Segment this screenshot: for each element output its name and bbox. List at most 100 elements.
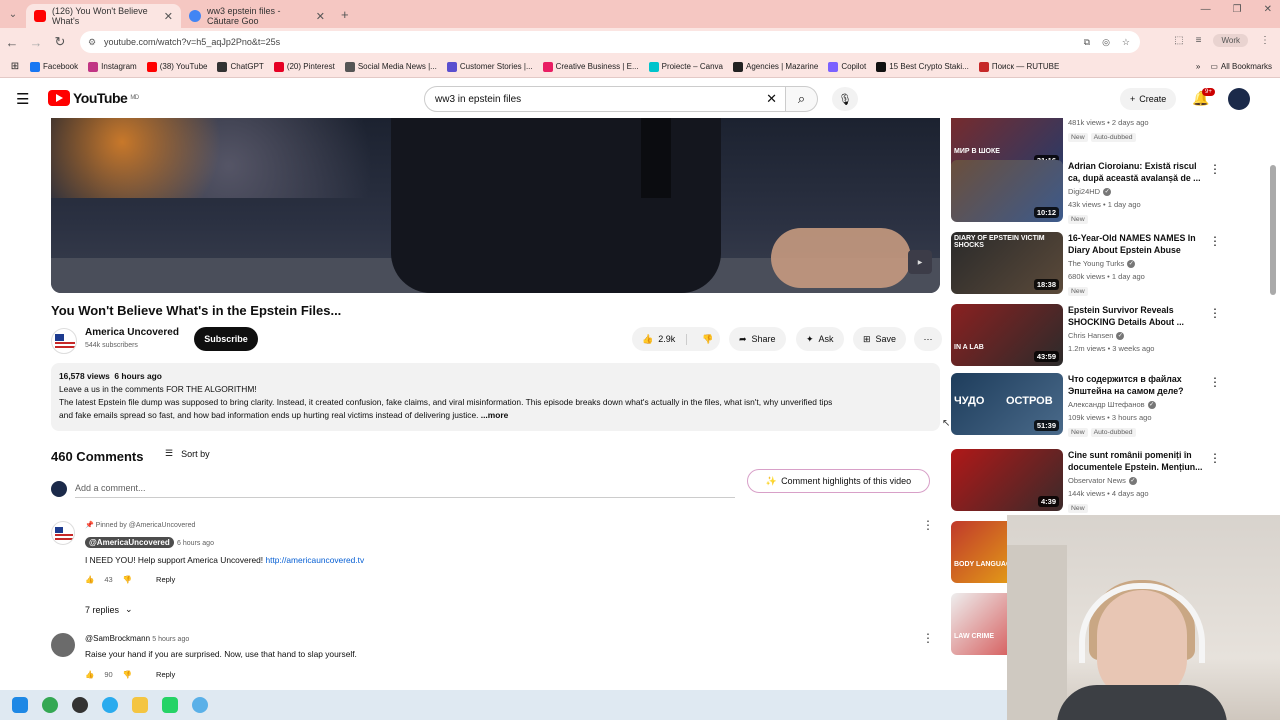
reply-button[interactable]: Reply [156,670,175,679]
related-video-title[interactable]: Cine sunt românii pomeniți în documentel… [1068,449,1208,473]
commenter-avatar[interactable] [51,633,75,657]
app-icon[interactable] [72,697,88,713]
ask-button[interactable]: ✦ Ask [796,327,844,351]
bookmark-item[interactable]: Creative Business | E... [542,61,639,72]
close-window-icon[interactable]: ✕ [1264,4,1272,15]
description-box[interactable]: 16,578 views 6 hours ago Leave a us in t… [51,363,940,431]
related-video-item[interactable]: IN A LAB 43:59 Epstein Survivor Reveals SH… [951,304,1261,368]
new-tab-icon[interactable]: + [341,7,349,22]
bookmark-item[interactable]: Proiecte – Canva [648,61,723,72]
comment-highlights-button[interactable]: ✨ Comment highlights of this video [747,469,930,493]
maximize-icon[interactable]: ❐ [1233,4,1242,15]
sort-by-button[interactable]: ☰ Sort by [165,448,210,459]
comment-menu-icon[interactable]: ⋮ [922,631,934,645]
more-actions-button[interactable]: ⋯ [914,327,942,351]
bookmark-item[interactable]: (20) Pinterest [273,61,335,72]
related-channel[interactable]: Observator News ✓ [1068,475,1137,487]
profile-button[interactable]: Work [1213,34,1248,47]
video-thumbnail[interactable]: DIARY OF EPSTEIN VICTIM SHOCKS 18:38 [951,232,1063,294]
channel-watermark-icon[interactable]: ▶ [908,250,932,274]
bookmark-item[interactable]: 15 Best Crypto Staki... [876,61,969,72]
bookmark-item[interactable]: (38) YouTube [146,61,207,72]
save-button[interactable]: ⊞ Save [853,327,907,351]
channel-avatar[interactable] [51,328,77,354]
related-video-title[interactable]: 16-Year-Old NAMES NAMES In Diary About E… [1068,232,1208,256]
video-thumbnail[interactable]: 10:12 [951,160,1063,222]
video-menu-icon[interactable]: ⋮ [1209,234,1221,248]
video-player[interactable]: ▶ [51,118,940,293]
view-replies-button[interactable]: 7 replies ⌄ [85,604,133,615]
account-avatar[interactable] [1228,88,1250,110]
bookmark-item[interactable]: Copilot [828,61,866,72]
video-menu-icon[interactable]: ⋮ [1209,451,1221,465]
more-bookmarks-icon[interactable]: » [1196,62,1200,71]
tab-search-icon[interactable]: ⌄ [0,9,26,20]
apps-grid-icon[interactable]: ⊞ [0,61,30,72]
related-video-title[interactable]: Что содержится в файлах Эпштейна на само… [1068,373,1208,397]
comment-author[interactable]: @SamBrockmann 5 hours ago [85,634,189,643]
install-app-icon[interactable]: ⧉ [1084,37,1090,48]
minimize-icon[interactable]: — [1201,4,1211,15]
related-video-item[interactable]: ЧУДО ОСТРОВ 51:39 Что содержится в файлах Э… [951,373,1261,437]
search-input[interactable]: ww3 in epstein files ✕ [424,86,786,112]
dislike-button[interactable]: 👎 [692,334,713,345]
close-tab-icon[interactable]: ✕ [316,10,325,23]
close-tab-icon[interactable]: ✕ [164,10,173,23]
dislike-comment-button[interactable]: 👎 [123,575,132,584]
start-menu-icon[interactable] [12,697,28,713]
voice-search-button[interactable]: 🎙 [832,87,858,111]
bookmark-item[interactable]: Поиск — RUTUBE [978,61,1059,72]
comment-menu-icon[interactable]: ⋮ [922,518,934,532]
comment-author-badge[interactable]: @AmericaUncovered [85,537,174,548]
bookmark-item[interactable]: Social Media News |... [344,61,437,72]
related-channel[interactable]: Digi24HD ✓ [1068,186,1112,198]
related-channel[interactable]: The Young Turks ✓ [1068,258,1136,270]
video-thumbnail[interactable]: IN A LAB 43:59 [951,304,1063,366]
search-button[interactable]: ⌕ [786,86,818,112]
all-bookmarks-button[interactable]: ▭ All Bookmarks [1210,62,1272,71]
video-menu-icon[interactable]: ⋮ [1209,306,1221,320]
telegram-icon[interactable] [102,697,118,713]
reply-button[interactable]: Reply [156,575,175,584]
clear-search-icon[interactable]: ✕ [766,91,777,107]
related-video-title[interactable]: Adrian Cioroianu: Există riscul ca, după… [1068,160,1208,184]
related-video-title[interactable]: Epstein Survivor Reveals SHOCKING Detail… [1068,304,1208,328]
bookmark-item[interactable]: Facebook [30,61,78,72]
video-menu-icon[interactable]: ⋮ [1209,162,1221,176]
share-button[interactable]: ➦ Share [729,327,786,351]
related-video-item[interactable]: DIARY OF EPSTEIN VICTIM SHOCKS 18:38 16-Ye… [951,232,1261,296]
extensions-icon[interactable]: ⬚ [1174,35,1183,46]
youtube-logo[interactable]: YouTube MD [48,90,139,106]
like-comment-button[interactable]: 👍 [85,670,94,679]
video-menu-icon[interactable]: ⋮ [1209,375,1221,389]
bookmark-item[interactable]: Agencies | Mazarine [732,61,818,72]
video-thumbnail[interactable]: 4:39 [951,449,1063,511]
browser-menu-icon[interactable]: ⋮ [1260,35,1270,46]
bookmark-star-icon[interactable]: ☆ [1122,37,1130,48]
chrome-icon[interactable] [42,697,58,713]
commenter-avatar[interactable] [51,521,75,545]
browser-tab-youtube[interactable]: (126) You Won't Believe What's ✕ [26,4,181,28]
url-field[interactable]: ⚙ youtube.com/watch?v=h5_aqJp2Pno&t=25s … [80,31,1140,53]
bookmark-item[interactable]: Instagram [88,61,137,72]
create-button[interactable]: + Create [1120,88,1177,110]
related-video-item[interactable]: 4:39 Cine sunt românii pomeniți în docume… [951,449,1261,513]
forward-icon[interactable]: → [24,35,48,50]
related-video-item[interactable]: 10:12 Adrian Cioroianu: Există riscul ca,… [951,160,1261,224]
media-icon[interactable]: ≡ [1196,35,1202,46]
tracking-icon[interactable]: ◎ [1102,37,1110,48]
comment-link[interactable]: http://americauncovered.tv [265,555,364,565]
site-info-icon[interactable]: ⚙ [88,37,96,48]
subscribe-button[interactable]: Subscribe [194,327,258,351]
page-scrollbar[interactable] [1270,165,1276,295]
dislike-comment-button[interactable]: 👎 [123,670,132,679]
messaging-app-icon[interactable] [162,697,178,713]
channel-name[interactable]: America Uncovered [85,327,179,338]
cloud-app-icon[interactable] [192,697,208,713]
file-explorer-icon[interactable] [132,697,148,713]
like-comment-button[interactable]: 👍 [85,575,94,584]
bookmark-item[interactable]: ChatGPT [217,61,264,72]
related-channel[interactable]: Chris Hansen ✓ [1068,330,1125,342]
bookmark-item[interactable]: Customer Stories |... [446,61,533,72]
reload-icon[interactable]: ↻ [48,34,72,50]
